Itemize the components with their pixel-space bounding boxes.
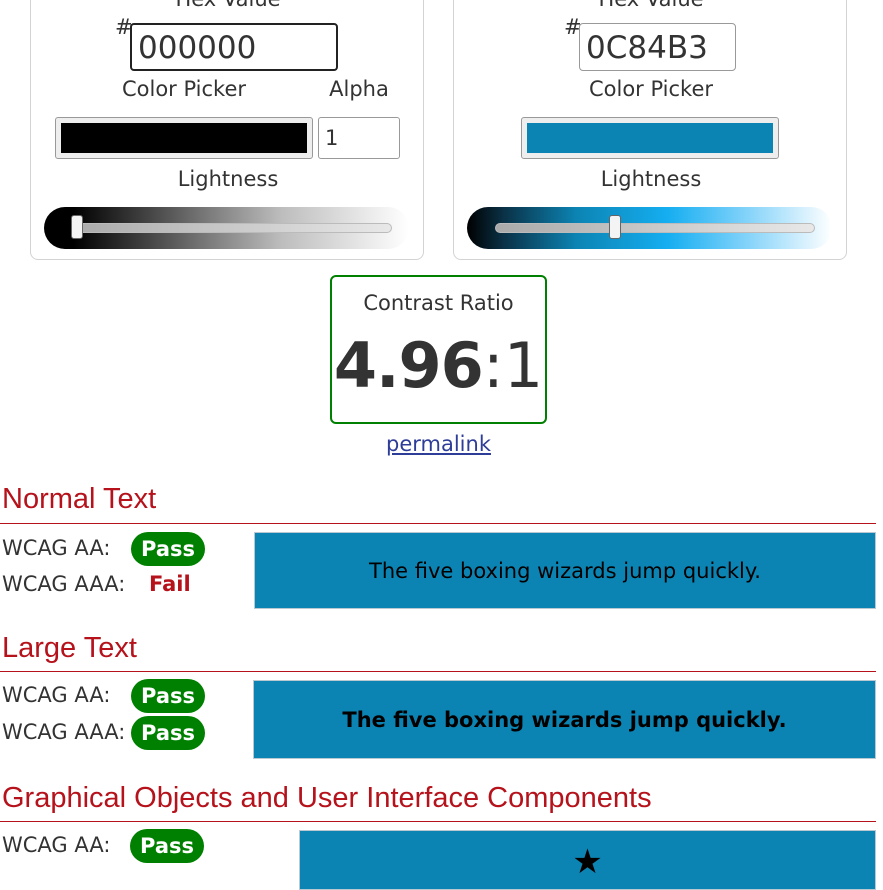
large-sample-text: The five boxing wizards jump quickly. bbox=[342, 707, 787, 732]
background-color-picker-label: Color Picker bbox=[588, 77, 714, 101]
normal-sample-text: The five boxing wizards jump quickly. bbox=[369, 558, 761, 583]
large-text-sample: The five boxing wizards jump quickly. bbox=[253, 680, 876, 759]
foreground-hex-input[interactable] bbox=[130, 23, 338, 71]
foreground-hex-label: Hex Value bbox=[175, 0, 280, 11]
foreground-lightness-thumb[interactable] bbox=[70, 215, 83, 239]
graphical-aa-pass-badge: Pass bbox=[130, 829, 204, 863]
alpha-input[interactable] bbox=[318, 117, 400, 159]
background-hex-input[interactable] bbox=[579, 23, 736, 71]
background-color-swatch bbox=[527, 123, 773, 153]
foreground-color-picker[interactable] bbox=[55, 117, 313, 159]
normal-aaa-label: WCAG AAA: bbox=[2, 572, 126, 596]
background-color-panel: Hex Value # Color Picker Lightness bbox=[453, 0, 847, 260]
background-lightness-track[interactable] bbox=[495, 223, 815, 233]
alpha-label: Alpha bbox=[329, 77, 389, 101]
contrast-ratio-display: 4.96:1 bbox=[332, 329, 545, 402]
foreground-lightness-track[interactable] bbox=[72, 223, 392, 233]
foreground-color-swatch bbox=[61, 123, 307, 153]
normal-text-sample: The five boxing wizards jump quickly. bbox=[254, 532, 876, 609]
contrast-ratio-label: Contrast Ratio bbox=[363, 291, 514, 315]
normal-text-divider bbox=[0, 523, 876, 524]
background-lightness-label: Lightness bbox=[600, 167, 702, 191]
contrast-ratio-suffix: :1 bbox=[482, 329, 544, 402]
large-aa-pass-badge: Pass bbox=[131, 679, 205, 713]
permalink-link[interactable]: permalink bbox=[386, 432, 491, 456]
contrast-ratio-box: Contrast Ratio 4.96:1 bbox=[330, 275, 547, 424]
foreground-color-panel: Hex Value # Color Picker Alpha Lightness bbox=[30, 0, 424, 260]
normal-aa-label: WCAG AA: bbox=[2, 536, 111, 560]
large-aaa-pass-badge: Pass bbox=[131, 716, 205, 750]
normal-aaa-fail-text: Fail bbox=[149, 572, 191, 596]
contrast-ratio-value: 4.96 bbox=[333, 329, 484, 402]
large-text-divider bbox=[0, 671, 876, 672]
graphical-object-sample: ★ bbox=[299, 830, 876, 890]
foreground-color-picker-label: Color Picker bbox=[121, 77, 247, 101]
graphical-objects-divider bbox=[0, 821, 876, 822]
large-text-heading: Large Text bbox=[2, 632, 137, 664]
foreground-lightness-label: Lightness bbox=[177, 167, 279, 191]
normal-text-heading: Normal Text bbox=[2, 483, 157, 515]
background-color-picker[interactable] bbox=[521, 117, 779, 159]
normal-aa-pass-badge: Pass bbox=[131, 532, 205, 566]
large-aa-label: WCAG AA: bbox=[2, 683, 111, 707]
background-lightness-thumb[interactable] bbox=[609, 215, 622, 239]
graphical-objects-heading: Graphical Objects and User Interface Com… bbox=[2, 782, 652, 814]
graphical-aa-label: WCAG AA: bbox=[2, 833, 111, 857]
background-hex-label: Hex Value bbox=[598, 0, 703, 11]
star-icon: ★ bbox=[572, 842, 603, 882]
large-aaa-label: WCAG AAA: bbox=[2, 720, 126, 744]
